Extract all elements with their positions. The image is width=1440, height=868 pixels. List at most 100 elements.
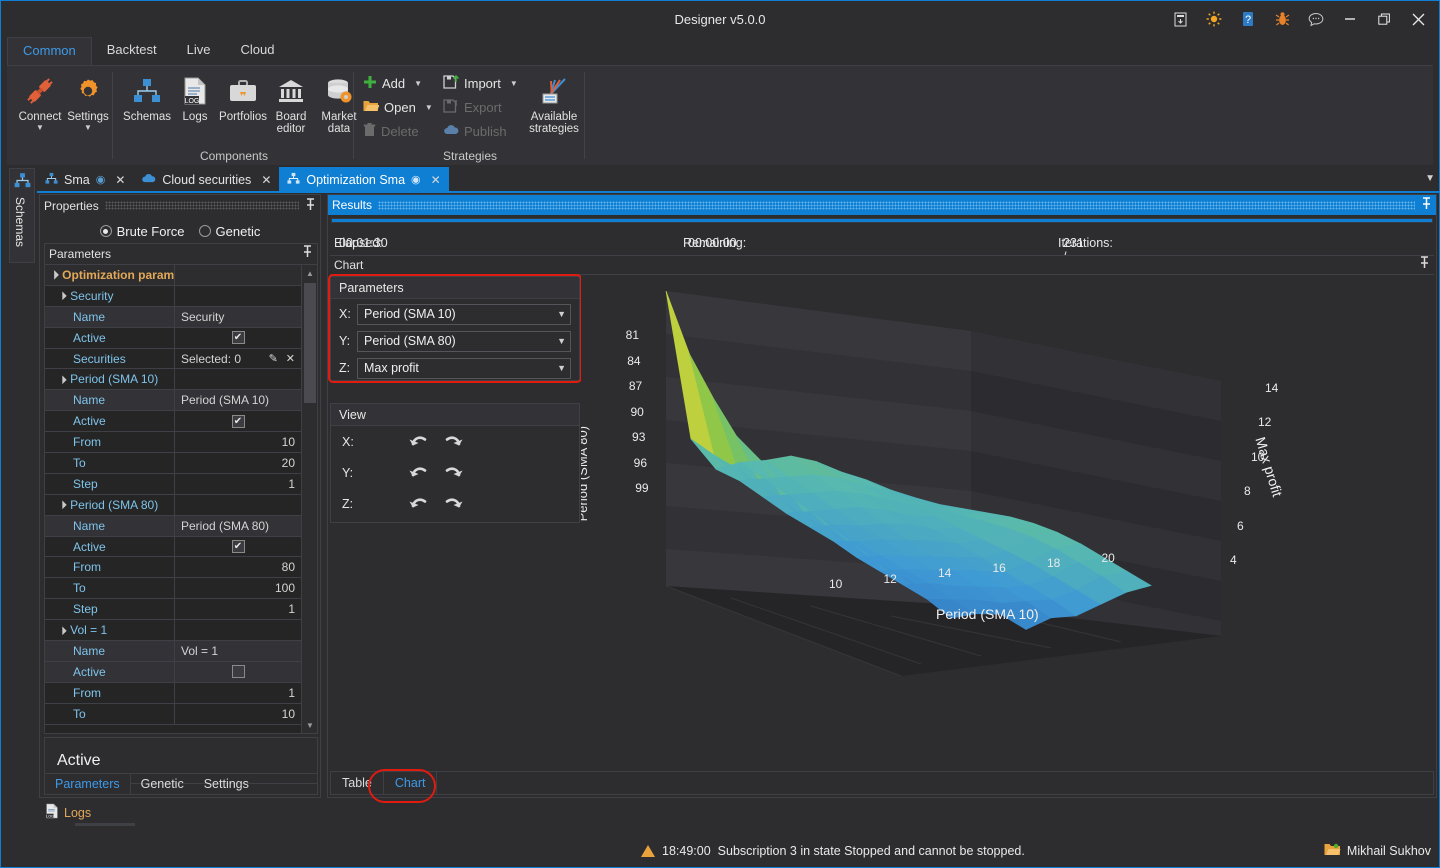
surface-chart-canvas[interactable] (581, 276, 1434, 761)
property-value[interactable]: Security (175, 307, 301, 327)
property-row[interactable]: Name Security (45, 306, 301, 328)
logs-dock-button[interactable]: LOG Logs (45, 803, 91, 822)
expander-icon[interactable]: ◢ (57, 499, 68, 510)
checkbox[interactable] (231, 665, 245, 679)
property-row[interactable]: Step 1 (45, 473, 301, 495)
property-value[interactable]: Selected: 0 ✎ ✕ (175, 349, 301, 369)
property-value[interactable]: 10 (175, 432, 301, 452)
rotate-x-undo-button[interactable] (402, 430, 436, 454)
rotate-y-undo-button[interactable] (402, 461, 436, 485)
property-row[interactable]: Name Vol = 1 (45, 641, 301, 662)
expander-icon[interactable]: ◢ (49, 270, 60, 281)
property-row[interactable]: Active (45, 661, 301, 683)
property-row[interactable]: Active ✔ (45, 536, 301, 558)
ribbon-tab-cloud[interactable]: Cloud (225, 37, 289, 65)
checkbox[interactable]: ✔ (231, 540, 245, 554)
property-value[interactable]: 1 (175, 683, 301, 703)
property-row[interactable]: ◢Optimization parameters (45, 265, 301, 286)
property-row[interactable]: Name Period (SMA 80) (45, 515, 301, 537)
tab-genetic[interactable]: Genetic (131, 774, 194, 794)
property-value[interactable]: 1 (175, 474, 301, 494)
property-row[interactable]: From 1 (45, 682, 301, 704)
property-value[interactable]: Period (SMA 10) (175, 390, 301, 410)
pin-icon[interactable] (305, 197, 316, 214)
add-button[interactable]: Add ▼ (359, 72, 426, 94)
tab-parameters[interactable]: Parameters (45, 774, 131, 794)
property-row[interactable]: Step 1 (45, 599, 301, 621)
scroll-up-icon[interactable]: ▲ (302, 265, 317, 281)
sun-icon[interactable] (1199, 5, 1229, 33)
property-value[interactable]: ✔ (175, 411, 301, 431)
archive-icon[interactable] (1165, 5, 1195, 33)
property-row[interactable]: ◢ Security (45, 285, 301, 307)
property-row[interactable]: Name Period (SMA 10) (45, 390, 301, 412)
chevron-down-icon[interactable]: ▼ (414, 79, 422, 88)
scroll-down-icon[interactable]: ▼ (302, 717, 317, 733)
radio-brute-force[interactable]: Brute Force (99, 224, 185, 239)
restore-button[interactable] (1369, 5, 1399, 33)
settings-button[interactable]: Settings ▼ (59, 71, 117, 132)
property-row[interactable]: To 20 (45, 453, 301, 474)
tab-settings[interactable]: Settings (194, 774, 259, 794)
checkbox[interactable]: ✔ (231, 331, 245, 345)
property-row[interactable]: To 100 (45, 578, 301, 600)
property-value[interactable]: Period (SMA 80) (175, 516, 301, 536)
property-value[interactable]: ✔ (175, 328, 301, 348)
property-value[interactable]: 100 (175, 578, 301, 598)
pin-icon[interactable] (1421, 197, 1432, 213)
property-row[interactable]: To 10 (45, 703, 301, 725)
properties-scrollbar[interactable]: ▲ ▼ (301, 265, 317, 733)
property-value[interactable]: 10 (175, 704, 301, 724)
expander-icon[interactable]: ◢ (57, 290, 68, 301)
help-icon[interactable]: ◉ (411, 173, 421, 186)
help-icon[interactable]: ◉ (96, 173, 106, 186)
document-tab-sma[interactable]: Sma ◉ ✕ (37, 167, 134, 192)
property-value[interactable]: Vol = 1 (175, 641, 301, 661)
chat-icon[interactable] (1301, 5, 1331, 33)
open-button[interactable]: Open ▼ (359, 96, 437, 118)
expander-icon[interactable]: ◢ (57, 374, 68, 385)
close-button[interactable] (1403, 5, 1433, 33)
property-row[interactable]: ◢ Period (SMA 10) (45, 369, 301, 391)
close-icon[interactable]: ✕ (261, 173, 271, 187)
clear-icon[interactable]: ✕ (286, 352, 295, 365)
property-row[interactable]: From 80 (45, 557, 301, 579)
checkbox[interactable]: ✔ (231, 414, 245, 428)
close-icon[interactable]: ✕ (431, 173, 441, 187)
parameters-grid[interactable]: ◢Optimization parameters◢SecurityNameSec… (44, 264, 318, 734)
sidebar-item-schemas[interactable]: Schemas (9, 168, 35, 263)
bug-icon[interactable] (1267, 5, 1297, 33)
property-row[interactable]: Securities Selected: 0 ✎ ✕ (45, 348, 301, 370)
current-user[interactable]: Mikhail Sukhov (1324, 842, 1431, 860)
property-row[interactable]: Active ✔ (45, 411, 301, 433)
property-row[interactable]: ◢ Vol = 1 (45, 620, 301, 642)
surface-chart[interactable]: 81 84 87 90 93 96 99 10 12 14 16 18 20 4 6 8 10 12 14 Pe… (581, 276, 1434, 761)
expander-icon[interactable]: ◢ (57, 625, 68, 636)
scroll-thumb[interactable] (304, 283, 316, 403)
ribbon-tab-live[interactable]: Live (172, 37, 226, 65)
ribbon-tab-backtest[interactable]: Backtest (92, 37, 172, 65)
property-value[interactable] (175, 662, 301, 682)
close-icon[interactable]: ✕ (115, 173, 125, 187)
property-value[interactable]: ✔ (175, 537, 301, 557)
document-tab-optimization-sma[interactable]: Optimization Sma ◉ ✕ (279, 167, 449, 192)
chevron-down-icon[interactable]: ▼ (425, 103, 433, 112)
available-strategies-button[interactable]: Available strategies (523, 71, 585, 135)
rotate-y-redo-button[interactable] (436, 461, 470, 485)
property-value[interactable]: 20 (175, 453, 301, 473)
property-row[interactable]: From 10 (45, 432, 301, 454)
document-tab-cloud-securities[interactable]: Cloud securities ✕ (133, 167, 280, 192)
pin-icon[interactable] (302, 245, 313, 263)
help-icon[interactable]: ? (1233, 5, 1263, 33)
chevron-down-icon[interactable]: ▼ (510, 79, 518, 88)
minimize-button[interactable] (1335, 5, 1365, 33)
import-button[interactable]: Import ▼ (439, 72, 522, 94)
ribbon-tab-common[interactable]: Common (7, 37, 92, 65)
property-value[interactable]: 80 (175, 557, 301, 577)
chevron-down-icon[interactable]: ▼ (59, 123, 117, 132)
rotate-z-undo-button[interactable] (402, 492, 436, 516)
tab-overflow-icon[interactable]: ▼ (1425, 173, 1435, 184)
pin-icon[interactable] (1419, 256, 1430, 274)
rotate-x-redo-button[interactable] (436, 430, 470, 454)
property-row[interactable]: ◢ Period (SMA 80) (45, 494, 301, 516)
